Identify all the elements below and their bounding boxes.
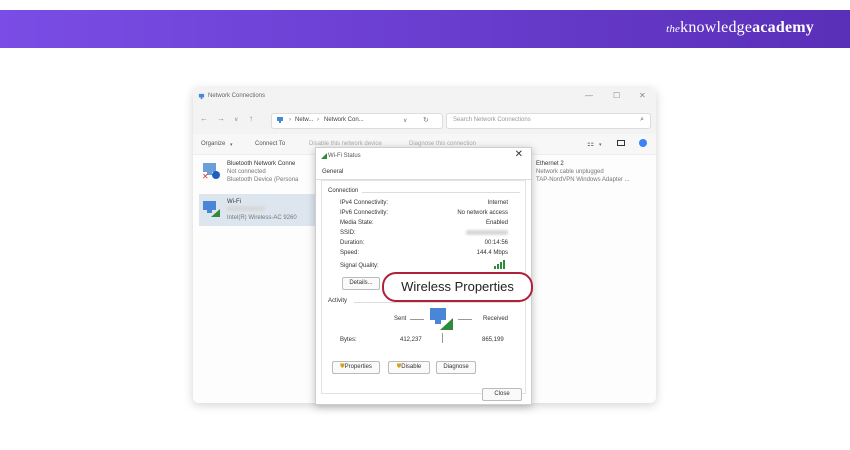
svg-text:✕: ✕: [202, 172, 209, 180]
item-name: Wi-Fi: [227, 199, 241, 205]
recent-chevron-icon[interactable]: ∨: [234, 116, 238, 123]
properties-button[interactable]: ⛊Properties: [332, 361, 380, 374]
button-label: Disable: [401, 364, 422, 370]
window-titlebar: Network Connections — ☐ ✕: [193, 88, 656, 106]
bluetooth-network-icon: ✕: [202, 163, 220, 180]
section-divider: [362, 192, 520, 193]
network-icon: [277, 117, 283, 123]
network-icon: [198, 93, 205, 100]
connect-to-button[interactable]: Connect To: [255, 141, 285, 147]
up-arrow-icon[interactable]: ↑: [249, 114, 253, 123]
brand-prefix: the: [666, 23, 681, 35]
search-box[interactable]: Search Network Connections ⌕: [446, 113, 651, 129]
ssid-value-blurred: [466, 230, 508, 237]
details-button[interactable]: Details...: [342, 277, 380, 290]
brand-bold: academy: [752, 19, 814, 36]
list-item-wifi[interactable]: Wi-Fi Intel(R) Wireless-AC 9260: [199, 194, 317, 226]
maximize-button[interactable]: ☐: [613, 91, 620, 100]
row-value: Internet: [487, 200, 508, 206]
brand-main: knowledge: [680, 19, 753, 36]
brand-logo: theknowledgeacademy: [666, 19, 814, 37]
bytes-received-value: 865,199: [482, 337, 504, 343]
search-icon[interactable]: ⌕: [640, 116, 644, 124]
item-device: Bluetooth Device (Persona: [227, 177, 299, 183]
window-title: Network Connections: [208, 93, 266, 99]
activity-header: Activity: [328, 298, 348, 304]
connection-row: Speed: 144.4 Mbps: [340, 250, 508, 258]
back-arrow-icon[interactable]: ←: [200, 114, 208, 123]
minimize-button[interactable]: —: [585, 91, 593, 100]
row-label: Media State:: [340, 220, 374, 226]
received-label: Received: [483, 316, 509, 322]
row-label: IPv4 Connectivity:: [340, 200, 389, 206]
received-line: [458, 319, 472, 320]
close-button[interactable]: Close: [482, 388, 522, 401]
bytes-sent-value: 412,237: [400, 337, 422, 343]
connection-row: Duration: 00:14:56: [340, 240, 508, 248]
wifi-adapter-icon: [203, 201, 220, 217]
search-placeholder: Search Network Connections: [453, 117, 531, 123]
connection-row: SSID:: [340, 230, 508, 238]
tab-general[interactable]: General: [322, 169, 343, 175]
activity-divider: [442, 333, 443, 343]
dialog-tabs: General: [316, 165, 531, 180]
row-value: No network access: [457, 210, 508, 216]
row-value: 00:14:56: [484, 240, 508, 246]
connection-header: Connection: [328, 188, 359, 194]
signal-quality-row: Signal Quality:: [340, 260, 508, 271]
list-item-ethernet-2[interactable]: Ethernet 2 Network cable unplugged TAP-N…: [533, 160, 651, 190]
diagnose-button[interactable]: Diagnose: [436, 361, 476, 374]
wireless-properties-callout: Wireless Properties: [382, 272, 533, 302]
network-activity-icon: [430, 308, 453, 330]
preview-pane-icon[interactable]: [617, 140, 625, 146]
item-device: TAP-NordVPN Windows Adapter ...: [536, 177, 630, 183]
row-label: Speed:: [340, 250, 360, 256]
item-status: Network cable unplugged: [536, 169, 604, 175]
sent-label: Sent: [394, 316, 407, 322]
disable-button[interactable]: ⛊Disable: [388, 361, 430, 374]
connection-row: IPv6 Connectivity: No network access: [340, 210, 508, 218]
help-icon[interactable]: [639, 139, 647, 147]
row-value: Enabled: [485, 220, 508, 226]
row-label: SSID:: [340, 230, 356, 236]
chevron-down-icon[interactable]: ▾: [230, 142, 233, 148]
close-window-button[interactable]: ✕: [639, 91, 646, 100]
item-name: Ethernet 2: [536, 161, 564, 167]
item-name: Bluetooth Network Conne: [227, 161, 296, 167]
breadcrumb-netw[interactable]: Netw...: [295, 117, 313, 123]
chevron-down-icon[interactable]: ▾: [599, 142, 602, 148]
organize-button[interactable]: Organize: [201, 141, 225, 147]
chevron-down-icon[interactable]: ∨: [403, 117, 407, 124]
row-label: Signal Quality:: [340, 263, 379, 269]
refresh-icon[interactable]: ↻: [423, 116, 429, 124]
button-label: Properties: [344, 364, 372, 370]
section-divider: [354, 302, 520, 303]
row-label: Duration:: [340, 240, 365, 246]
chevron-icon: ›: [317, 117, 319, 123]
item-status: Not connected: [227, 169, 266, 175]
forward-arrow-icon[interactable]: →: [217, 114, 225, 123]
signal-icon: [321, 153, 327, 159]
signal-bars-icon: [494, 260, 505, 269]
address-bar-row: ← → ∨ ↑ › Netw... › Network Con... ∨ ↻ S…: [193, 106, 656, 134]
address-bar[interactable]: › Netw... › Network Con... ∨ ↻: [271, 113, 443, 129]
list-item-bluetooth[interactable]: ✕ Bluetooth Network Conne Not connected …: [201, 160, 311, 190]
sent-line: [410, 319, 424, 320]
dialog-title: Wi-Fi Status: [328, 153, 361, 159]
connection-row: IPv4 Connectivity: Internet: [340, 200, 508, 208]
row-value: 144.4 Mbps: [476, 250, 508, 256]
breadcrumb-network-connections[interactable]: Network Con...: [324, 117, 364, 123]
view-options-icon[interactable]: ⚏: [587, 139, 594, 148]
row-label: IPv6 Connectivity:: [340, 210, 389, 216]
connection-row: Media State: Enabled: [340, 220, 508, 228]
chevron-icon: ›: [289, 117, 291, 123]
blurred-ssid: [227, 206, 265, 211]
bytes-label: Bytes:: [340, 337, 357, 343]
item-device: Intel(R) Wireless-AC 9260: [227, 215, 297, 221]
close-icon[interactable]: ✕: [515, 149, 523, 160]
header-banner: theknowledgeacademy: [0, 10, 850, 48]
